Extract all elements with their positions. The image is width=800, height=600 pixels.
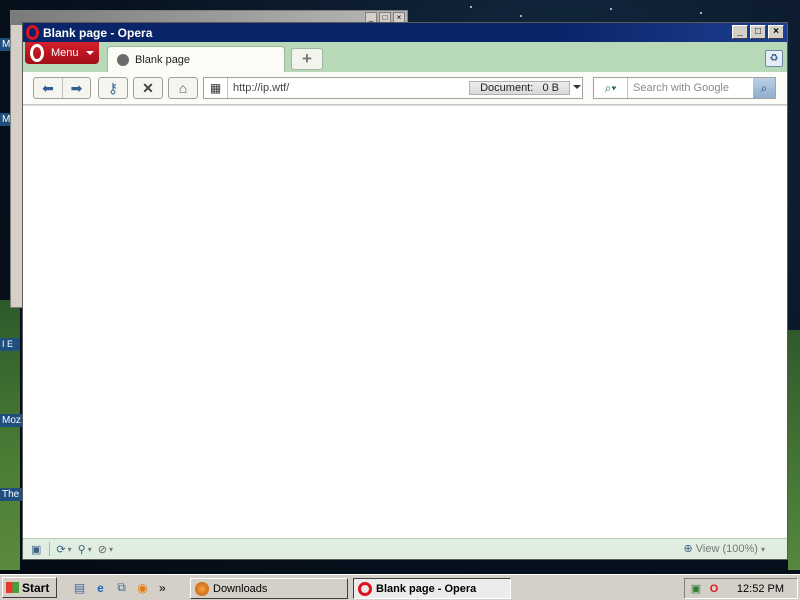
tab-favicon-icon bbox=[117, 53, 129, 66]
history-buttons: ⬅ ➡ bbox=[33, 77, 91, 99]
desktop-icon-label[interactable]: M bbox=[0, 38, 10, 51]
network-icon[interactable]: ⧉ bbox=[113, 579, 130, 596]
chevron-down-icon: ▾ bbox=[87, 544, 92, 554]
taskbar-item-downloads[interactable]: Downloads bbox=[190, 578, 348, 599]
new-tab-button[interactable]: + bbox=[291, 48, 323, 70]
address-bar[interactable]: ▦ http://ip.wtf/ Document: 0 B bbox=[203, 77, 583, 99]
window-titlebar[interactable]: Blank page - Opera _ □ × bbox=[23, 23, 787, 42]
home-button-group: ⌂ bbox=[168, 77, 198, 99]
document-size: 0 B bbox=[542, 82, 559, 94]
minimize-button[interactable]: _ bbox=[732, 25, 748, 39]
navigation-toolbar: ⬅ ➡ ⚷ ✕ ⌂ ▦ http://ip.wtf/ Document: 0 B… bbox=[23, 72, 787, 105]
close-button[interactable]: × bbox=[768, 25, 784, 39]
tab-strip: Menu Blank page + ♻ bbox=[23, 42, 787, 72]
quick-launch: ▤ e ⧉ ◉ bbox=[71, 579, 151, 596]
quick-launch-overflow-icon[interactable]: » bbox=[159, 581, 166, 595]
taskbar: Start ▤ e ⧉ ◉ » Downloads Blank page - O… bbox=[0, 574, 800, 600]
zoom-control[interactable]: ⊕ View (100%) ▾ bbox=[683, 542, 765, 555]
search-input[interactable]: Search with Google bbox=[628, 82, 753, 94]
tab-blank-page[interactable]: Blank page bbox=[107, 46, 285, 72]
internet-explorer-icon[interactable]: e bbox=[92, 579, 109, 596]
document-label: Document: bbox=[480, 82, 534, 94]
taskbar-item-opera[interactable]: Blank page - Opera bbox=[353, 578, 511, 599]
forward-icon[interactable]: ➡ bbox=[62, 78, 90, 98]
status-bar: ▣ ⟳ ▾ ⚲ ▾ ⊘ ▾ ⊕ View (100%) ▾ bbox=[23, 538, 787, 559]
tray-app-icon[interactable]: ▣ bbox=[689, 582, 703, 596]
windows-logo-icon bbox=[6, 582, 19, 593]
panel-toggle-icon[interactable]: ▣ bbox=[31, 543, 41, 556]
opera-logo-icon bbox=[358, 581, 372, 596]
firefox-icon[interactable]: ◉ bbox=[134, 579, 151, 596]
window-controls: _ □ × bbox=[732, 25, 784, 39]
chevron-down-icon: ▾ bbox=[760, 545, 765, 554]
opera-window: Blank page - Opera _ □ × Menu Blank page… bbox=[22, 22, 788, 560]
desktop-star bbox=[700, 12, 702, 14]
chevron-down-icon bbox=[86, 51, 94, 59]
desktop-star bbox=[470, 6, 472, 8]
search-box[interactable]: ⌕▾ Search with Google ⌕ bbox=[593, 77, 776, 99]
desktop-star bbox=[520, 15, 522, 17]
wand-button-group: ⚷ bbox=[98, 77, 128, 99]
trash-icon[interactable]: ♻ bbox=[765, 50, 783, 67]
start-label: Start bbox=[22, 580, 50, 595]
desktop-wallpaper-grass bbox=[788, 330, 800, 570]
taskbar-item-label: Downloads bbox=[213, 582, 268, 595]
opera-logo-icon bbox=[30, 44, 44, 62]
menu-label: Menu bbox=[51, 47, 79, 59]
search-go-icon[interactable]: ⌕ bbox=[753, 78, 775, 98]
clock[interactable]: 12:52 PM bbox=[737, 583, 784, 595]
show-desktop-icon[interactable]: ▤ bbox=[71, 579, 88, 596]
stop-button-group: ✕ bbox=[133, 77, 163, 99]
chevron-down-icon[interactable] bbox=[572, 81, 582, 95]
chevron-down-icon: ▾ bbox=[67, 544, 72, 554]
tab-label: Blank page bbox=[135, 53, 191, 66]
desktop-icon-label[interactable]: I E bbox=[0, 338, 20, 351]
taskbar-item-label: Blank page - Opera bbox=[376, 582, 477, 595]
block-icon[interactable]: ⊘ ▾ bbox=[98, 543, 113, 556]
chevron-down-icon: ▾ bbox=[108, 544, 113, 554]
document-size-badge[interactable]: Document: 0 B bbox=[469, 81, 570, 95]
page-content-area[interactable] bbox=[23, 105, 787, 538]
firefox-icon bbox=[195, 581, 209, 596]
start-button[interactable]: Start bbox=[2, 577, 57, 598]
desktop-icon-label[interactable]: The bbox=[0, 488, 22, 501]
search-engine-icon[interactable]: ⌕▾ bbox=[594, 78, 628, 98]
turbo-icon[interactable]: ⟳ ▾ bbox=[56, 543, 71, 556]
unite-icon[interactable]: ⚲ ▾ bbox=[78, 543, 92, 556]
opera-logo-icon bbox=[26, 25, 39, 40]
back-icon[interactable]: ⬅ bbox=[34, 78, 62, 98]
opera-menu-button[interactable]: Menu bbox=[25, 42, 99, 64]
desktop-star bbox=[610, 8, 612, 10]
opera-logo-icon[interactable]: O bbox=[707, 582, 721, 596]
divider bbox=[49, 542, 51, 556]
desktop-icon-label[interactable]: Moz bbox=[0, 414, 22, 427]
key-icon[interactable]: ⚷ bbox=[99, 78, 127, 98]
system-tray: ▣ O 12:52 PM bbox=[684, 578, 798, 599]
desktop-icon-label[interactable]: M bbox=[0, 113, 10, 126]
stop-icon[interactable]: ✕ bbox=[134, 78, 162, 98]
window-title: Blank page - Opera bbox=[43, 25, 153, 40]
home-icon[interactable]: ⌂ bbox=[169, 78, 197, 98]
maximize-button[interactable]: □ bbox=[750, 25, 766, 39]
zoom-icon: ⊕ bbox=[683, 543, 693, 555]
address-input[interactable]: http://ip.wtf/ bbox=[228, 82, 469, 94]
zoom-label: View (100%) bbox=[695, 543, 758, 555]
speed-dial-icon[interactable]: ▦ bbox=[204, 78, 228, 98]
